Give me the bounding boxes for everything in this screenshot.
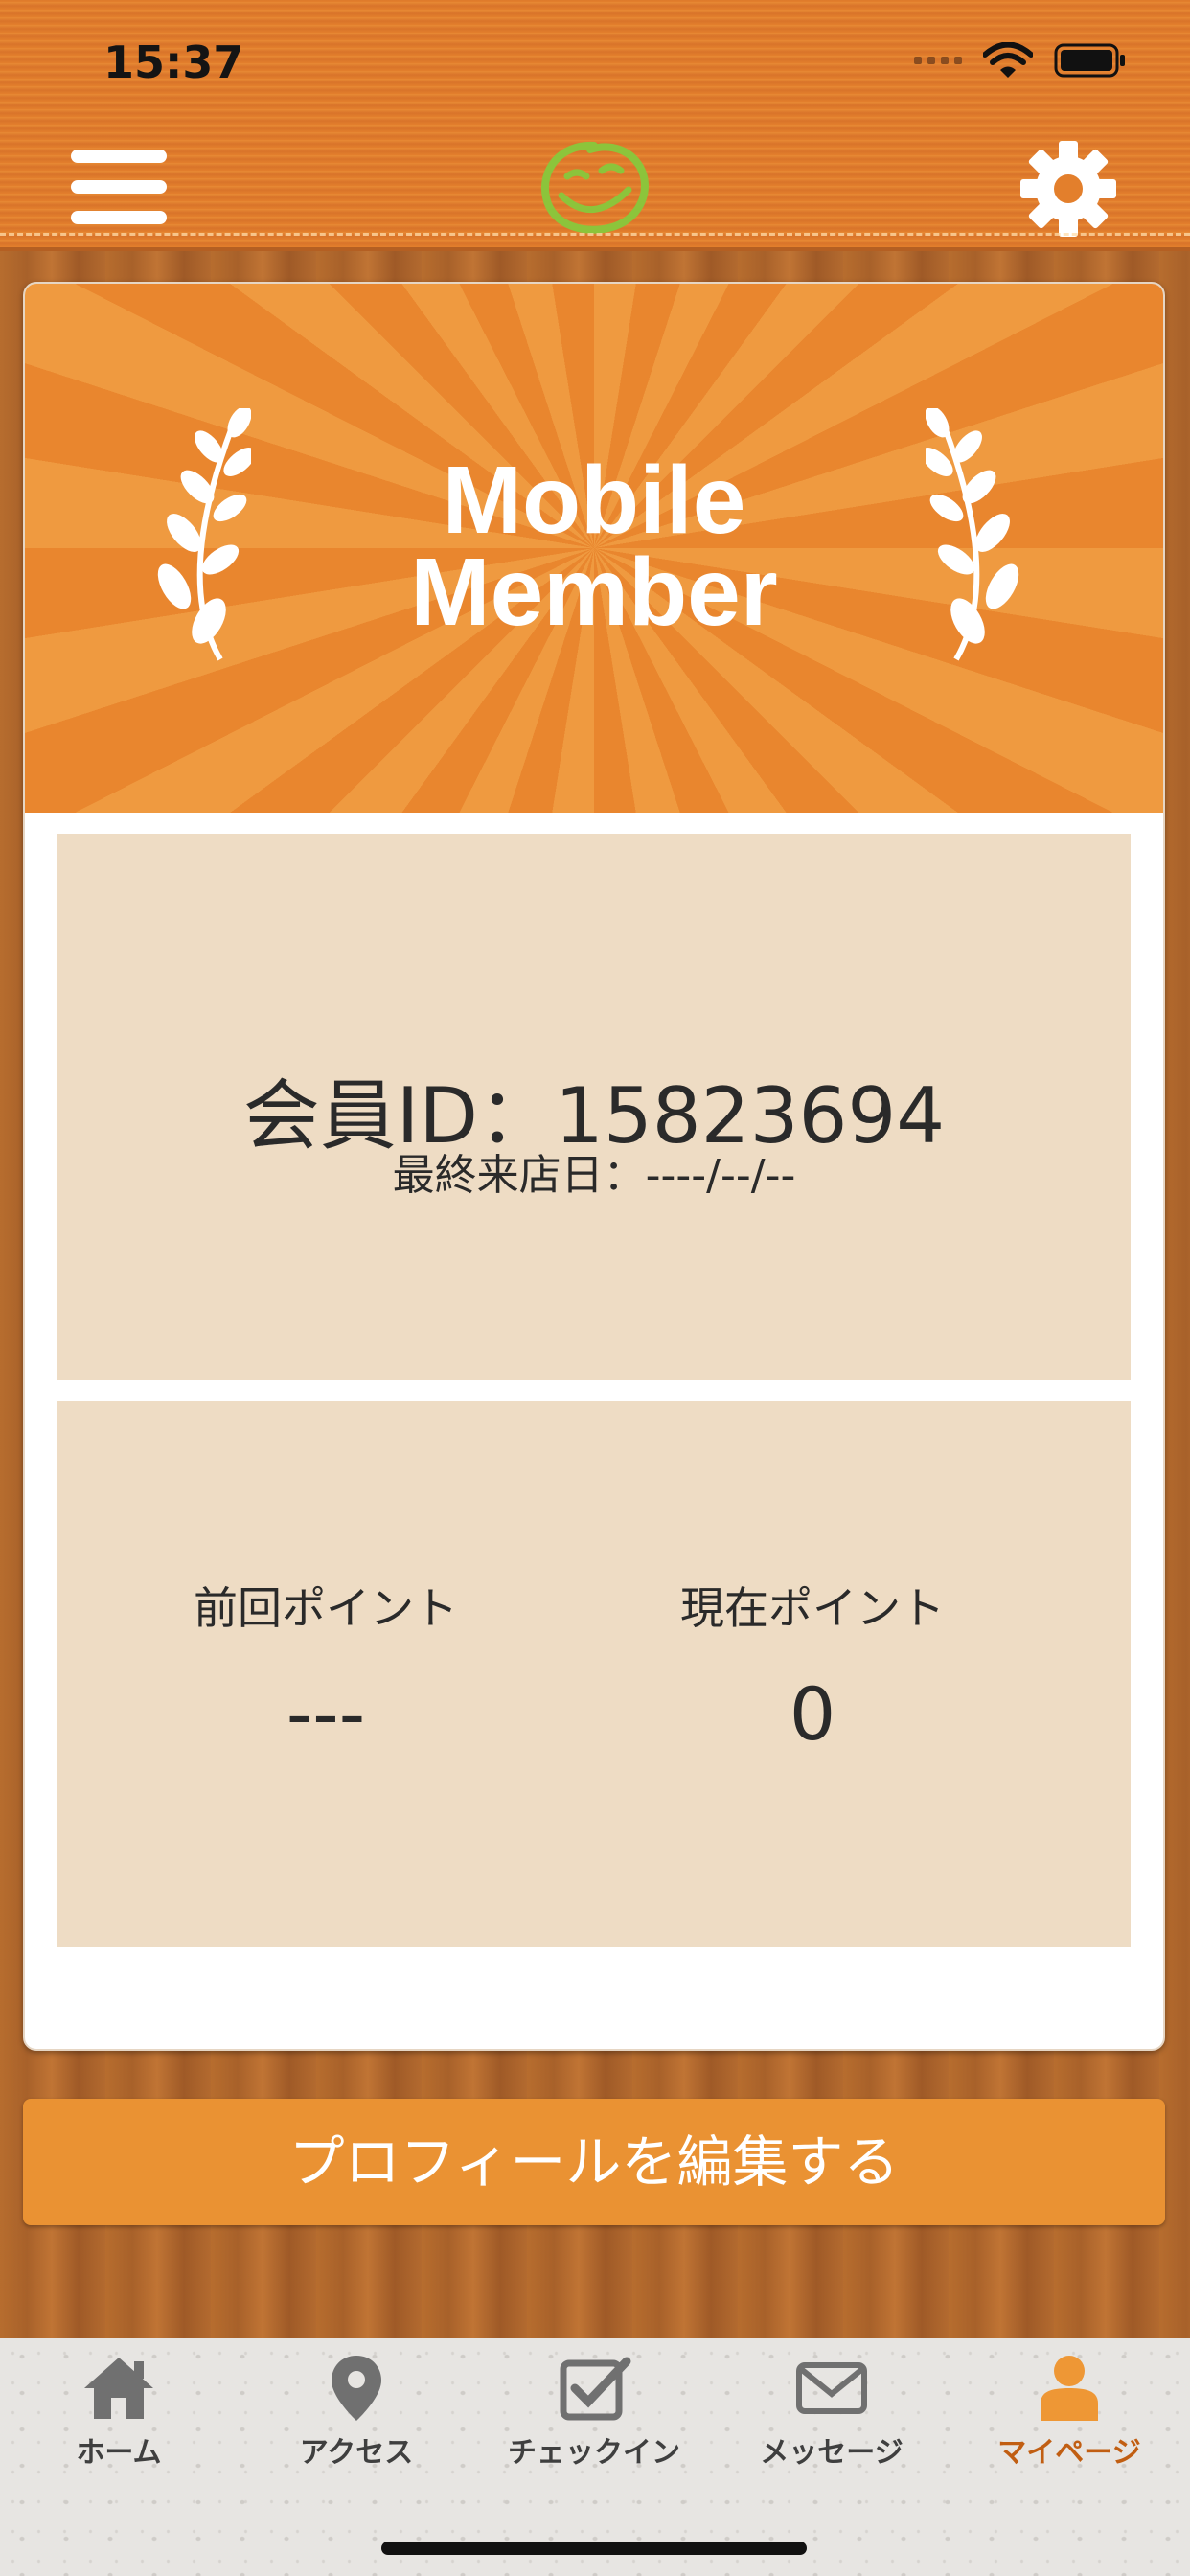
tab-checkin[interactable]: チェックイン <box>489 2352 699 2496</box>
app-header: 15:37 <box>0 0 1190 251</box>
tab-home-label: ホーム <box>76 2436 162 2470</box>
status-icons <box>914 42 1127 79</box>
logo-icon <box>533 134 657 242</box>
tab-message-label: メッセージ <box>760 2436 904 2470</box>
previous-points-label: 前回ポイント <box>194 1582 458 1634</box>
map-pin-icon <box>332 2356 381 2421</box>
member-banner: Mobile Member <box>25 284 1163 813</box>
checkbox-icon <box>560 2357 631 2421</box>
tab-message[interactable]: メッセージ <box>726 2352 937 2496</box>
cellular-signal-icon <box>914 57 962 64</box>
member-id-panel: 会員ID：15823694 最終来店日：----/--/-- <box>57 834 1131 1380</box>
home-indicator <box>381 2542 807 2555</box>
settings-gear-icon[interactable] <box>1019 140 1117 238</box>
person-icon <box>1041 2356 1098 2421</box>
edit-profile-button[interactable]: プロフィールを編集する <box>23 2099 1165 2225</box>
wifi-icon <box>983 42 1033 79</box>
tab-mypage[interactable]: マイページ <box>964 2352 1175 2496</box>
envelope-icon <box>796 2362 867 2414</box>
tab-access[interactable]: アクセス <box>251 2352 462 2496</box>
laurel-icon <box>921 405 1031 667</box>
tab-home[interactable]: ホーム <box>13 2352 224 2496</box>
previous-points: 前回ポイント --- <box>57 1574 594 1757</box>
battery-icon <box>1054 42 1127 79</box>
tab-access-label: アクセス <box>299 2436 414 2470</box>
member-card: Mobile Member 会員ID：15823694 最終来店日：----/-… <box>23 282 1165 2051</box>
status-time: 15:37 <box>103 36 244 88</box>
points-panel: 前回ポイント --- 現在ポイント 0 <box>57 1401 1131 1947</box>
current-points: 現在ポイント 0 <box>544 1574 1081 1757</box>
tab-checkin-label: チェックイン <box>508 2436 680 2470</box>
previous-points-value: --- <box>286 1671 366 1757</box>
current-points-label: 現在ポイント <box>680 1582 945 1634</box>
tab-mypage-label: マイページ <box>997 2436 1141 2470</box>
hamburger-menu-icon[interactable] <box>71 148 169 228</box>
home-icon <box>84 2358 153 2419</box>
current-points-value: 0 <box>789 1671 836 1757</box>
last-visit-date: 最終来店日：----/--/-- <box>392 1151 796 1200</box>
tab-bar: ホーム アクセス チェックイン メッセージ マイページ <box>0 2338 1190 2576</box>
